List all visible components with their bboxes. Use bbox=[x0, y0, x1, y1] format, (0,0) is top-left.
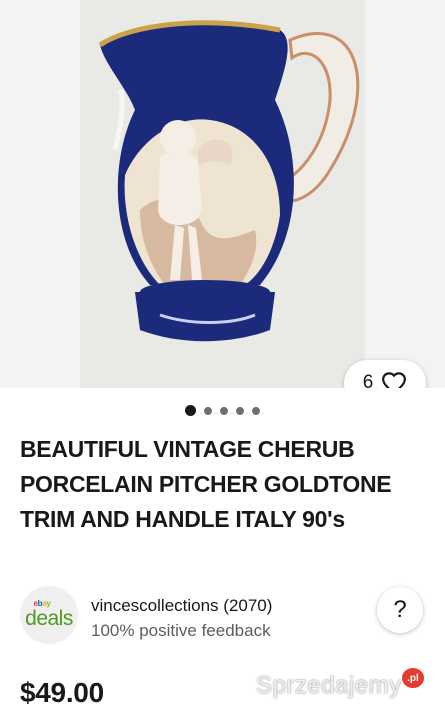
heart-icon bbox=[381, 371, 407, 388]
watch-button[interactable]: 6 bbox=[344, 360, 426, 388]
watch-count: 6 bbox=[362, 372, 374, 388]
gallery-dot-4[interactable] bbox=[236, 406, 244, 415]
seller-name[interactable]: vincescollections (2070) bbox=[91, 596, 272, 616]
seller-avatar[interactable]: ebay deals bbox=[20, 586, 78, 644]
seller-section[interactable]: ebay deals vincescollections (2070) 100%… bbox=[20, 586, 425, 646]
gallery-dot-3[interactable] bbox=[220, 406, 228, 415]
gallery-pagination bbox=[0, 405, 445, 416]
price: $49.00 bbox=[20, 677, 104, 708]
product-photo[interactable] bbox=[80, 0, 365, 388]
gallery-dot-2[interactable] bbox=[204, 406, 212, 415]
watermark-badge: .pl bbox=[402, 668, 424, 688]
watermark-text: Sprzedajemy bbox=[256, 672, 402, 699]
listing-title: BEAUTIFUL VINTAGE CHERUB PORCELAIN PITCH… bbox=[20, 436, 392, 532]
deals-logo-text: deals bbox=[25, 607, 73, 630]
seller-feedback: 100% positive feedback bbox=[91, 621, 271, 640]
gallery-dot-1[interactable] bbox=[185, 405, 196, 416]
help-button[interactable]: ? bbox=[377, 587, 423, 633]
help-icon: ? bbox=[393, 596, 407, 623]
gallery-dot-5[interactable] bbox=[252, 406, 260, 415]
pitcher-image bbox=[80, 0, 365, 388]
image-gallery[interactable]: 6 bbox=[0, 0, 445, 388]
